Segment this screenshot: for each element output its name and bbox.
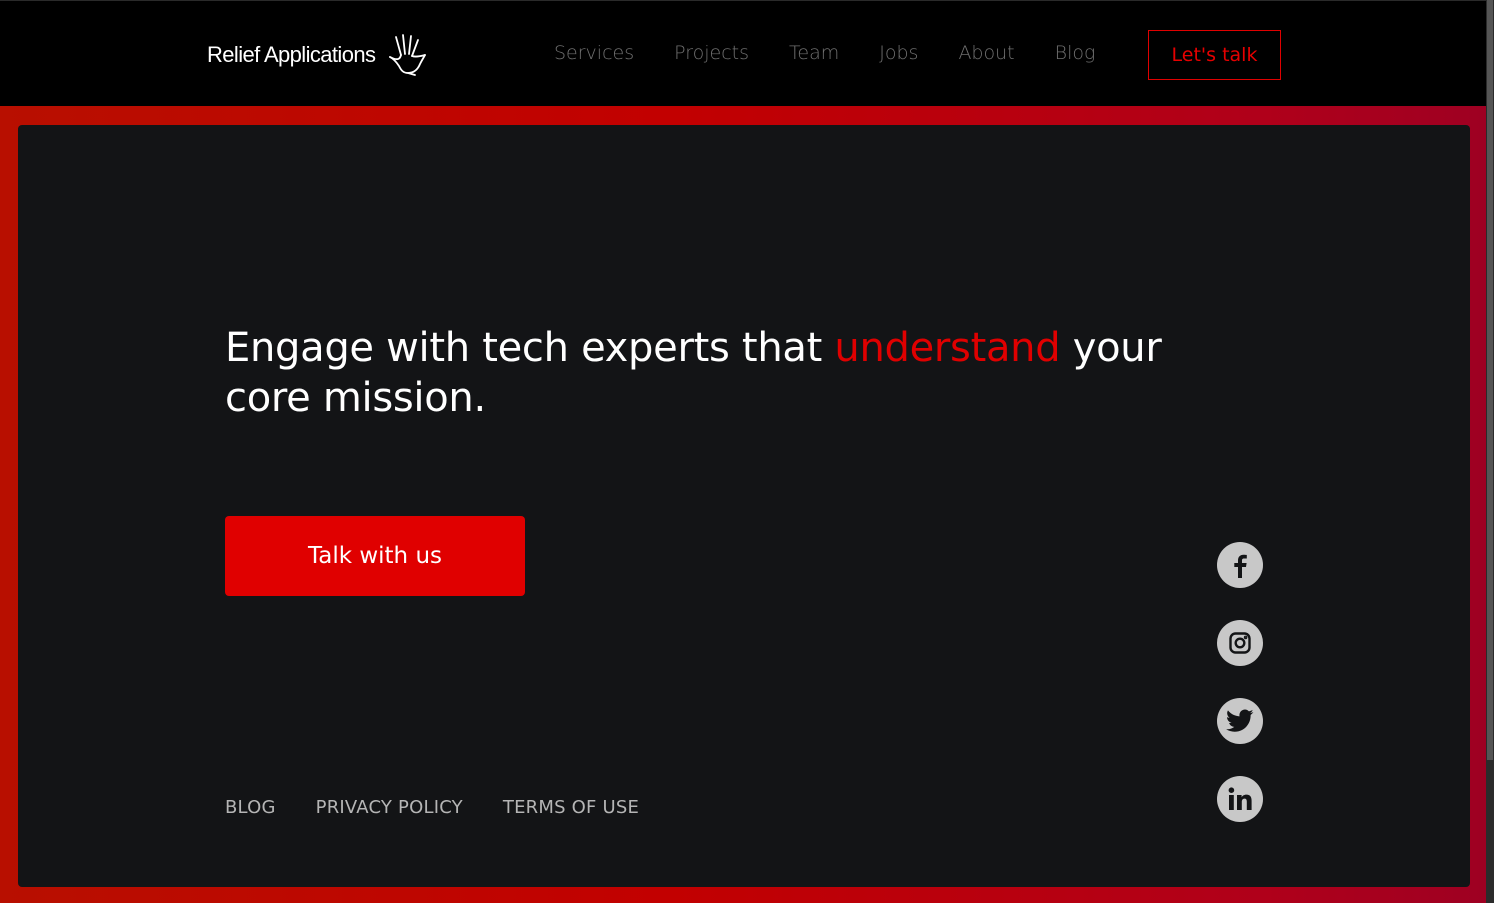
hand-icon xyxy=(389,34,427,76)
nav-team[interactable]: Team xyxy=(789,42,839,64)
brand-name: Relief Applications xyxy=(207,42,376,67)
lets-talk-button[interactable]: Let's talk xyxy=(1148,30,1281,80)
instagram-icon xyxy=(1229,632,1251,654)
footer-link-terms-of-use[interactable]: TERMS OF USE xyxy=(503,797,639,818)
linkedin-button[interactable] xyxy=(1217,776,1263,822)
nav-about[interactable]: About xyxy=(958,42,1014,64)
main-nav: Services Projects Team Jobs About Blog xyxy=(554,39,1095,67)
footer-links: BLOG PRIVACY POLICY TERMS OF USE xyxy=(225,797,679,818)
hero-card: Engage with tech experts that understand… xyxy=(18,125,1470,887)
page: Relief Applications Services Projects Te… xyxy=(0,0,1494,903)
site-header: Relief Applications Services Projects Te… xyxy=(0,0,1486,106)
footer-link-privacy-policy[interactable]: PRIVACY POLICY xyxy=(316,797,463,818)
hero-headline: Engage with tech experts that understand… xyxy=(225,323,1185,423)
footer-link-blog[interactable]: BLOG xyxy=(225,797,276,818)
nav-jobs[interactable]: Jobs xyxy=(879,42,918,64)
facebook-button[interactable] xyxy=(1217,542,1263,588)
instagram-button[interactable] xyxy=(1217,620,1263,666)
facebook-icon xyxy=(1234,554,1247,578)
twitter-icon xyxy=(1226,709,1254,732)
headline-accent: understand xyxy=(834,325,1061,371)
talk-with-us-button[interactable]: Talk with us xyxy=(225,516,525,596)
page-scrollbar[interactable] xyxy=(1486,0,1494,903)
nav-services[interactable]: Services xyxy=(554,42,634,64)
nav-blog[interactable]: Blog xyxy=(1055,42,1096,64)
nav-projects[interactable]: Projects xyxy=(674,42,749,64)
hero-frame: Engage with tech experts that understand… xyxy=(0,106,1486,903)
twitter-button[interactable] xyxy=(1217,698,1263,744)
headline-before: Engage with tech experts that xyxy=(225,325,835,371)
brand-logo[interactable]: Relief Applications xyxy=(207,33,427,77)
linkedin-icon xyxy=(1228,787,1252,810)
scrollbar-thumb[interactable] xyxy=(1487,0,1493,760)
social-links xyxy=(1217,542,1263,854)
